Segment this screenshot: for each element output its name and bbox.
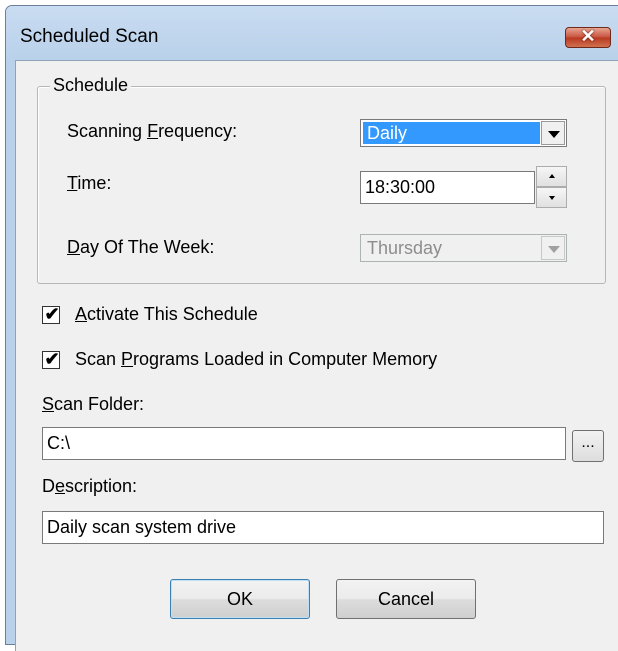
dropdown-arrow-button[interactable]	[541, 121, 565, 145]
frequency-label: Scanning Frequency:	[67, 121, 238, 141]
time-down-button[interactable]	[536, 187, 567, 208]
browse-folder-button[interactable]: ...	[572, 430, 604, 462]
chevron-down-icon	[548, 131, 560, 138]
time-spinner[interactable]	[536, 166, 567, 208]
frequency-dropdown[interactable]: Daily	[360, 119, 567, 147]
window-title: Scheduled Scan	[20, 26, 159, 47]
checkmark-icon: ✔	[44, 304, 60, 324]
schedule-group-label: Schedule	[50, 75, 132, 96]
schedule-groupbox: Schedule Scanning Frequency: Daily Time:…	[37, 75, 606, 284]
arrow-up-icon	[549, 174, 555, 178]
checkmark-icon: ✔	[44, 349, 60, 369]
arrow-down-icon	[549, 196, 555, 200]
description-label: Description:	[42, 476, 138, 496]
day-of-week-dropdown[interactable]: Thursday	[360, 234, 567, 262]
scan-memory-checkbox[interactable]: ✔	[42, 349, 60, 369]
activate-schedule-checkbox[interactable]: ✔	[42, 304, 60, 324]
dialog-body: Schedule Scanning Frequency: Daily Time:…	[15, 60, 618, 651]
time-input[interactable]: 18:30:00	[360, 171, 535, 204]
dialog-window: Scheduled Scan ✕ Schedule Scanning Frequ…	[5, 5, 618, 651]
chevron-down-icon	[548, 246, 560, 253]
time-up-button[interactable]	[536, 166, 567, 187]
activate-schedule-label[interactable]: Activate This Schedule	[75, 304, 258, 325]
ok-button[interactable]: OK	[170, 579, 310, 619]
scan-memory-label[interactable]: Scan Programs Loaded in Computer Memory	[75, 349, 437, 370]
scan-folder-label: Scan Folder:	[42, 394, 145, 414]
close-icon: ✕	[580, 26, 596, 46]
cancel-button[interactable]: Cancel	[336, 579, 476, 619]
day-of-week-label: Day Of The Week:	[67, 237, 215, 257]
description-input[interactable]: Daily scan system drive	[42, 511, 604, 544]
scan-folder-input[interactable]: C:\	[42, 427, 566, 460]
day-of-week-value: Thursday	[367, 238, 443, 258]
close-button[interactable]: ✕	[565, 26, 611, 48]
dropdown-arrow-button[interactable]	[541, 236, 565, 260]
title-bar[interactable]: Scheduled Scan ✕	[6, 6, 618, 60]
time-label: Time:	[67, 173, 112, 193]
frequency-value: Daily	[363, 122, 540, 144]
